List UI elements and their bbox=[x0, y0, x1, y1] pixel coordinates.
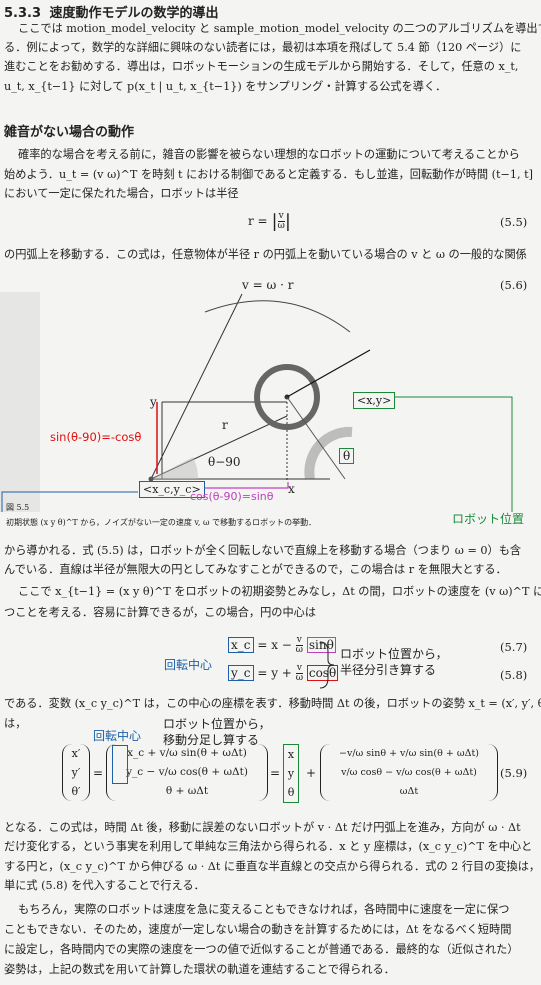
eq57-den: ω bbox=[295, 645, 304, 655]
eq59-lhs-y: y′ bbox=[71, 766, 81, 779]
section-title: 速度動作モデルの数学的導出 bbox=[49, 6, 219, 21]
para2-line-2: 始めよう．u_t = (v ω)^T を時刻 t における制御であると定義する．… bbox=[4, 168, 533, 181]
annotation-radius-line-1: ロボット位置から， bbox=[340, 647, 448, 661]
label-y: y bbox=[150, 395, 157, 409]
annotation-robot-position: ロボット位置 bbox=[452, 512, 525, 526]
eq59-center-box bbox=[112, 745, 128, 784]
para6-line-2: だけ変化する，という事実を利用して単純な三角法から得られる．x と y 座標は，… bbox=[4, 840, 533, 853]
intro-line-4: u_t, x_{t−1} に対して p(x_t | u_t, x_{t−1}) … bbox=[4, 80, 447, 93]
eq58-den: ω bbox=[295, 673, 304, 683]
para3-line: の円弧上を移動する．この式は，任意物体が半径 r の円弧上を動いている場合の v… bbox=[4, 248, 527, 261]
section-heading: 5.3.3 速度動作モデルの数学的導出 bbox=[4, 2, 219, 21]
para6-line-4: 単に式 (5.8) を代入することで行える． bbox=[4, 879, 205, 892]
section-number: 5.3.3 bbox=[4, 6, 42, 21]
annotation-center: 回転中心 bbox=[164, 658, 213, 672]
eq59-equals-2: = bbox=[270, 766, 281, 780]
annotation-cos: cos(θ-90)=sinθ bbox=[190, 490, 274, 503]
eq59-plus: + bbox=[306, 766, 317, 780]
para2-line-3: において一定に保たれた場合，ロボットは半径 bbox=[4, 187, 239, 200]
eq59-right-x: −v/ω sinθ + v/ω sin(θ + ωΔt) bbox=[339, 748, 479, 759]
eq59-lhs-vector: x′ y′ θ′ bbox=[62, 744, 90, 801]
para6-line-7: に設定し，各時間内での実際の速度を一つの値で近似することが普通である．最終的な（… bbox=[4, 943, 519, 956]
eq57-number: (5.7) bbox=[500, 640, 528, 654]
annotation-move-line-1: ロボット位置から， bbox=[163, 717, 271, 731]
para2-line-1: 確率的な場合を考える前に，雑音の影響を被らない理想的なロボットの運動について考え… bbox=[18, 148, 520, 161]
figure-5-5-diagram bbox=[0, 292, 513, 512]
eq58-rhs: = y + bbox=[257, 666, 292, 680]
equation-5-5: r = | v ω | bbox=[248, 211, 291, 232]
para4-line-2: んでいる．直線は半径が無限大の円としてみなすことができるので，この場合は r を… bbox=[4, 563, 507, 576]
eq55-denominator: ω bbox=[277, 221, 285, 231]
para4-line-3: ここで x_{t−1} = (x y θ)^T をロボットの初期姿勢とみなし，Δ… bbox=[18, 585, 541, 598]
eq59-number: (5.9) bbox=[500, 766, 528, 780]
intro-line-3: 進むことをお勧めする．導出は，ロボットモーションの生成モデルから開始する．そして… bbox=[4, 60, 519, 73]
eq59-right-theta: ωΔt bbox=[399, 786, 419, 797]
annotation-center-2: 回転中心 bbox=[93, 729, 142, 743]
eq55-number: (5.5) bbox=[500, 215, 528, 229]
eq58-lhs: y_c bbox=[228, 665, 254, 681]
para5-line-2: は， bbox=[4, 717, 27, 730]
eq56-number: (5.6) bbox=[500, 278, 528, 292]
intro-line-2: る．例によって，数学的な詳細に興味のない読者には，最初は本項を飛ばして 5.4 … bbox=[4, 41, 522, 54]
eq59-vec-theta: θ bbox=[287, 786, 295, 799]
figure-caption-text: 初期状態 (x y θ)^T から，ノイズがない一定の速度 v, ω で移動する… bbox=[6, 518, 317, 527]
equation-5-9: x′ y′ θ′ = x_c + v/ω sin(θ + ωΔt) y_c − … bbox=[62, 744, 498, 810]
radius-bracket bbox=[319, 641, 335, 689]
para6-line-3: する円と，(x_c y_c)^T から伸びる ω · Δt に垂直な半直線との交… bbox=[4, 860, 541, 873]
label-angle: θ−90 bbox=[208, 455, 241, 469]
annotation-radius-line-2: 半径分引き算する bbox=[340, 663, 437, 677]
page-shade bbox=[0, 292, 40, 512]
eq59-vec-y: y bbox=[287, 767, 295, 780]
equation-5-6: v = ω · r bbox=[242, 278, 294, 292]
eq59-mid-theta: θ + ωΔt bbox=[165, 785, 209, 797]
annotation-sin: sin(θ-90)=-cosθ bbox=[50, 430, 142, 444]
eq59-equals: = bbox=[93, 766, 104, 780]
trajectory-arc bbox=[204, 300, 351, 333]
label-x: x bbox=[288, 482, 295, 496]
figure-caption-number: 図 5.5 bbox=[6, 503, 30, 512]
eq57-rhs: = x − bbox=[257, 638, 292, 652]
para5-line-1: である．変数 (x_c y_c)^T は，この中心の座標を表す．移動時間 Δt … bbox=[4, 697, 541, 710]
eq59-lhs-theta: θ′ bbox=[71, 785, 81, 798]
intro-line-1: ここでは motion_model_velocity と sample_moti… bbox=[18, 22, 541, 35]
label-robot-pose: <x,y> bbox=[353, 392, 396, 409]
ray-line-upper bbox=[150, 293, 243, 480]
para4-line-4: つことを考える．容易に計算できるが，この場合，円の中心は bbox=[4, 606, 317, 619]
eq59-lhs-x: x′ bbox=[71, 747, 81, 760]
subsection-title: 雑音がない場合の動作 bbox=[4, 125, 135, 140]
eq59-right-vector: −v/ω sinθ + v/ω sin(θ + ωΔt) v/ω cosθ − … bbox=[320, 744, 498, 801]
angle-sector bbox=[151, 457, 199, 479]
para6-line-8: 姿勢は，上記の数式を用いて計算した環状の軌道を連結することで得られる． bbox=[4, 963, 395, 976]
heading-line bbox=[286, 349, 371, 398]
eq59-mid-x: x_c + v/ω sin(θ + ωΔt) bbox=[127, 747, 247, 759]
para4-line-1: から導かれる．式 (5.5) は，ロボットが全く回転しないで直線上を移動する場合… bbox=[4, 544, 522, 557]
label-theta: θ bbox=[339, 448, 355, 464]
label-r: r bbox=[222, 418, 228, 432]
eq55-lhs: r = bbox=[248, 214, 268, 228]
eq59-vec-x: x bbox=[287, 748, 295, 761]
para6-line-5: もちろん，実際のロボットは速度を急に変えることもできなければ，各時間中に速度を一… bbox=[18, 903, 510, 916]
eq57-lhs: x_c bbox=[228, 637, 254, 653]
eq59-mid-vector: x_c + v/ω sin(θ + ωΔt) y_c − v/ω cos(θ +… bbox=[106, 744, 268, 801]
eq59-pose-vector: x y θ bbox=[283, 744, 299, 803]
para6-line-1: となる．この式は，時間 Δt 後，移動に誤差のないロボットが v · Δt だけ… bbox=[4, 821, 521, 834]
para6-line-6: こともできない．そのため，速度が一定しない場合の動きを計算するためには，Δt を… bbox=[4, 923, 512, 936]
eq59-mid-y: y_c − v/ω cos(θ + ωΔt) bbox=[126, 766, 248, 778]
robot-position-frame bbox=[395, 396, 513, 512]
eq59-right-y: v/ω cosθ − v/ω cos(θ + ωΔt) bbox=[341, 767, 477, 778]
eq58-number: (5.8) bbox=[500, 668, 528, 682]
